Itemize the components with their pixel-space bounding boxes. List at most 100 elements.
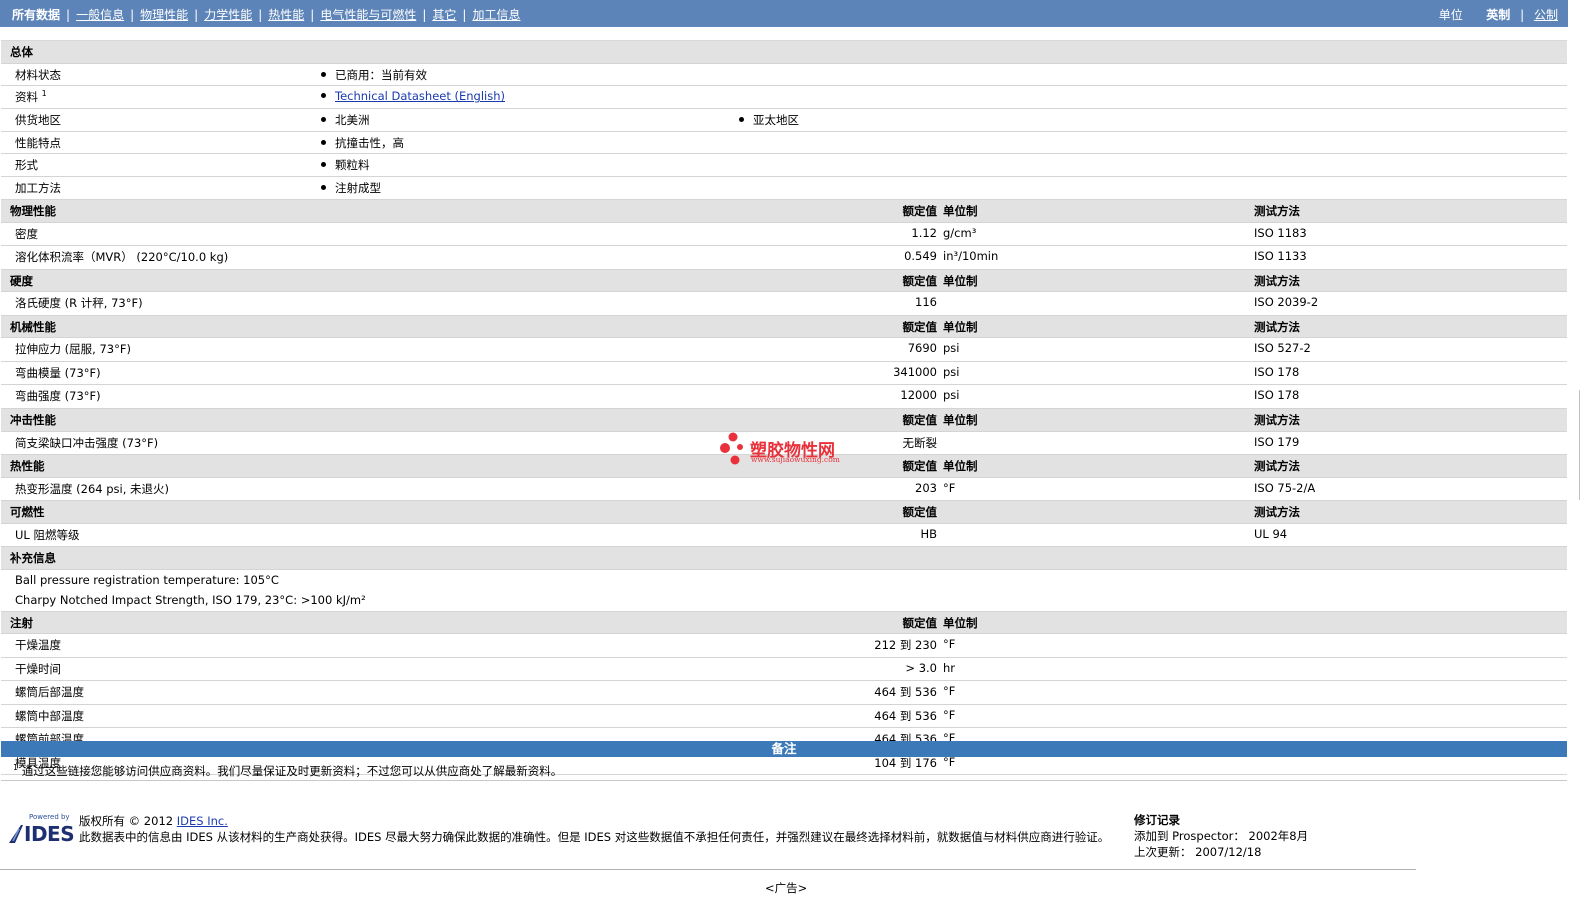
bullet-item: 已商用：当前有效 (321, 67, 427, 83)
supplemental-line: Ball pressure registration temperature: … (1, 570, 1567, 591)
footer: Powered by IDES 版权所有 © 2012 IDES Inc. 此数… (0, 803, 1568, 896)
bullet-icon (321, 139, 326, 145)
bullet-value: 北美洲 (335, 113, 370, 128)
property-name: 性能特点 (15, 135, 61, 151)
property-name: 干燥温度 (15, 638, 61, 653)
nav-tab[interactable]: 加工信息 (472, 8, 520, 22)
property-name: 资料 1 (15, 89, 47, 105)
supplemental-line: Charpy Notched Impact Strength, ISO 179,… (1, 590, 1567, 612)
footer-divider (0, 869, 1416, 870)
revision-added: 添加到 Prospector： 2002年8月 (1134, 829, 1309, 843)
property-unit: hr (943, 660, 956, 675)
nav-tab[interactable]: 所有数据 (12, 8, 60, 22)
unit-metric-link[interactable]: 公制 (1534, 8, 1558, 22)
property-name: 干燥时间 (15, 661, 61, 676)
nav-tabs: 所有数据 | 一般信息 | 物理性能 | 力学性能 | 热性能 | 电气性能与可燃性 | 其它 | 加工信息 (12, 6, 520, 23)
table-row: 热变形温度 (264 psi, 未退火) 203 °F ISO 75-2/A (1, 477, 1567, 502)
disclaimer: 此数据表中的信息由 IDES 从该材料的生产商处获得。IDES 尽最大努力确保此… (79, 830, 1110, 844)
table-row: 溶化体积流率（MVR） (220°C/10.0 kg) 0.549 in³/10mi… (1, 246, 1567, 270)
nav-separator: | (310, 8, 315, 22)
bullet-icon (739, 117, 744, 123)
header-value: 额定值 (902, 273, 938, 288)
test-method: ISO 527-2 (1254, 341, 1311, 356)
header-value: 额定值 (902, 412, 938, 427)
property-value: 1.12 (911, 225, 937, 240)
property-name: 弯曲强度 (73°F) (15, 389, 101, 404)
nav-tab[interactable]: 其它 (432, 8, 456, 22)
scrollbar-edge (1579, 390, 1585, 500)
test-method: ISO 1133 (1254, 249, 1307, 263)
bullet-item: 亚太地区 (739, 112, 799, 128)
section-title: 物理性能 (10, 203, 56, 218)
section-title: 补充信息 (10, 551, 56, 566)
bullet-icon (321, 71, 326, 77)
ad-placeholder[interactable]: <广告> (765, 880, 807, 896)
bullet-icon (321, 93, 326, 99)
section-header: 机械性能 额定值 单位制 测试方法 (1, 315, 1567, 339)
table-row: 性能特点 抗撞击性，高 (1, 131, 1567, 155)
header-unit: 单位制 (943, 615, 978, 630)
table-row: UL 阻燃等级 HB UL 94 (1, 523, 1567, 548)
header-value: 额定值 (902, 505, 938, 520)
note-row: 1 通过这些链接您能够访问供应商资料。我们尽量保证及时更新资料；不过您可以从供应… (1, 758, 1567, 781)
bullet-item: 抗撞击性，高 (321, 135, 404, 151)
bullet-item: Technical Datasheet (English) (321, 89, 505, 103)
property-label: 形式 (15, 158, 38, 173)
section-header: 补充信息 (1, 547, 1567, 571)
table-row: 干燥温度 212 到 230 °F (1, 634, 1567, 658)
property-value: 7690 (907, 341, 937, 356)
bullet-item: 注射成型 (321, 180, 381, 196)
test-method: ISO 178 (1254, 388, 1300, 403)
nav-tab[interactable]: 热性能 (268, 8, 304, 22)
property-name: 形式 (15, 157, 38, 173)
table-row: 供货地区 北美洲 亚太地区 (1, 109, 1567, 132)
property-value: 0.549 (904, 249, 937, 263)
nav-separator: | (194, 8, 199, 22)
property-value: 无断裂 (902, 435, 938, 450)
nav-tab[interactable]: 物理性能 (140, 8, 188, 22)
unit-imperial-button[interactable]: 英制 (1486, 8, 1510, 22)
table-row: 加工方法 注射成型 (1, 177, 1567, 200)
table-row: 密度 1.12 g/cm³ ISO 1183 (1, 222, 1567, 246)
nav-tab[interactable]: 一般信息 (76, 8, 124, 22)
property-unit: °F (943, 637, 956, 652)
property-unit: psi (943, 341, 960, 356)
nav-separator: | (130, 8, 135, 22)
test-method: ISO 1183 (1254, 225, 1307, 240)
nav-tab[interactable]: 力学性能 (204, 8, 252, 22)
test-method: ISO 75-2/A (1254, 480, 1316, 495)
header-test: 测试方法 (1254, 505, 1300, 520)
logo-word: IDES (24, 822, 75, 846)
watermark: 塑胶物性网 www.sujiaowuxing.com (720, 432, 852, 466)
header-unit: 单位制 (943, 319, 978, 334)
property-name: 热变形温度 (264 psi, 未退火) (15, 481, 170, 496)
nav-tab[interactable]: 电气性能与可燃性 (320, 8, 416, 22)
section-title: 总体 (10, 45, 33, 59)
section-header: 冲击性能 额定值 单位制 测试方法 (1, 408, 1567, 432)
property-label: 材料状态 (15, 67, 61, 82)
revision-title: 修订记录 (1134, 813, 1180, 827)
bullet-icon (321, 162, 326, 168)
section-title: 热性能 (10, 459, 45, 474)
header-unit: 单位制 (943, 459, 978, 474)
logo-powered-by: Powered by (29, 813, 70, 821)
datasheet-link[interactable]: Technical Datasheet (English) (335, 89, 505, 103)
property-value: 203 (915, 480, 937, 495)
copyright-text: 版权所有 © 2012 (79, 814, 174, 828)
ides-link[interactable]: IDES Inc. (177, 814, 228, 828)
header-value: 额定值 (902, 459, 938, 474)
ides-logo: Powered by IDES (7, 813, 75, 846)
section-title: 硬度 (10, 273, 33, 288)
property-label: 性能特点 (15, 135, 61, 150)
nav-bar: 所有数据 | 一般信息 | 物理性能 | 力学性能 | 热性能 | 电气性能与可燃性 | 其它 | 加工信息… (0, 0, 1568, 27)
property-value: 464 到 536 (874, 708, 937, 723)
property-unit: °F (943, 707, 956, 722)
copyright: 版权所有 © 2012 IDES Inc. (79, 813, 228, 829)
test-method: ISO 2039-2 (1254, 295, 1319, 310)
header-test: 测试方法 (1254, 459, 1300, 474)
property-name: 弯曲模量 (73°F) (15, 365, 101, 380)
property-name: 拉伸应力 (屈服, 73°F) (15, 342, 131, 357)
unit-switch: 单位 英制 | 公制 (1438, 8, 1558, 22)
property-name: 材料状态 (15, 67, 61, 83)
property-name: 加工方法 (15, 180, 61, 196)
